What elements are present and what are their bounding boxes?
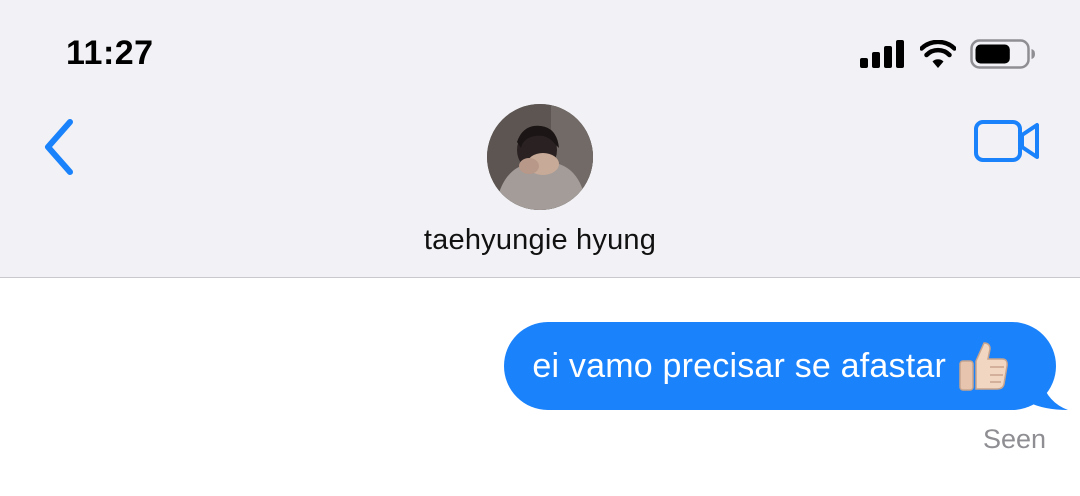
contact-name[interactable]: taehyungie hyung: [424, 224, 656, 257]
cellular-signal-icon: [860, 40, 906, 68]
message-list-item[interactable]: ei vamo precisar se afastar: [504, 322, 1068, 410]
message-text: ei vamo precisar se afastar: [532, 346, 946, 385]
navigation-header: 11:27 taehyungie hyung: [0, 0, 1080, 278]
wifi-icon: [920, 40, 956, 68]
outgoing-message-bubble[interactable]: ei vamo precisar se afastar: [504, 322, 1068, 410]
avatar[interactable]: [487, 104, 593, 210]
thumbs-up-emoji-icon: [956, 339, 1010, 393]
contact-header: taehyungie hyung: [0, 104, 1080, 257]
status-time: 11:27: [66, 34, 154, 72]
read-receipt: Seen: [982, 424, 1046, 454]
battery-icon: [970, 39, 1036, 69]
bubble-tail: [1028, 376, 1068, 410]
status-icons: [860, 38, 1036, 70]
